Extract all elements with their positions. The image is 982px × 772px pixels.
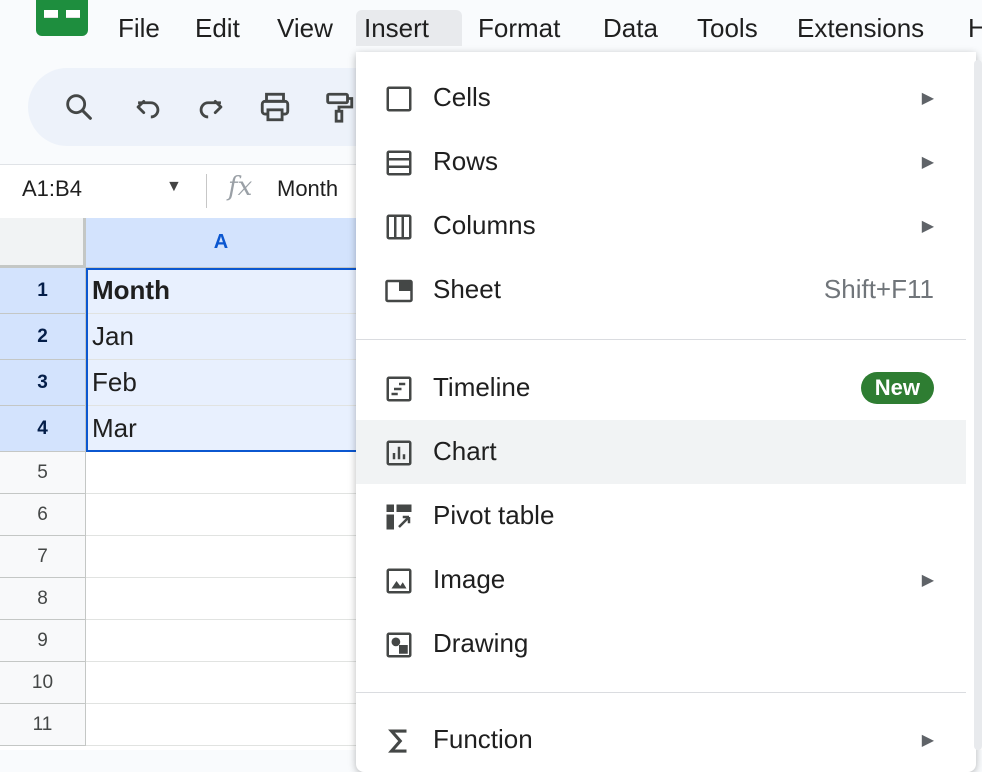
submenu-arrow-icon: ▶ xyxy=(921,218,934,235)
menu-item-pivot-table[interactable]: Pivot table xyxy=(356,484,966,548)
divider xyxy=(206,174,207,208)
columns-icon xyxy=(386,214,412,240)
menu-view[interactable]: View xyxy=(269,10,341,46)
new-badge: New xyxy=(860,372,934,404)
row-header[interactable]: 1 xyxy=(0,268,86,314)
select-all-corner[interactable] xyxy=(0,218,86,268)
rows-icon xyxy=(386,150,412,176)
sheets-logo-icon[interactable] xyxy=(36,0,88,36)
menu-item-cells[interactable]: Cells ▶ xyxy=(356,66,966,130)
cell-a3[interactable]: Feb xyxy=(86,360,356,406)
row-header[interactable]: 8 xyxy=(0,578,86,620)
chart-icon xyxy=(386,440,412,466)
cell-a2[interactable]: Jan xyxy=(86,314,356,360)
submenu-arrow-icon: ▶ xyxy=(921,572,934,589)
menu-item-function[interactable]: Function ▶ xyxy=(356,708,966,772)
menu-item-columns[interactable]: Columns ▶ xyxy=(356,194,966,258)
row-header[interactable]: 11 xyxy=(0,704,86,746)
menu-format[interactable]: Format xyxy=(470,10,568,46)
menu-bar: File Edit View Insert Format Data Tools … xyxy=(0,0,982,56)
menu-item-label: Function xyxy=(433,724,533,754)
cell-a6[interactable] xyxy=(86,494,356,536)
menu-item-label: Columns xyxy=(433,210,536,240)
menu-scrollbar[interactable] xyxy=(974,60,982,750)
formula-input[interactable]: Month xyxy=(277,176,338,202)
row-header[interactable]: 7 xyxy=(0,536,86,578)
cell-a4[interactable]: Mar xyxy=(86,406,356,452)
logo-cell xyxy=(44,10,58,18)
menu-edit[interactable]: Edit xyxy=(187,10,248,46)
submenu-arrow-icon: ▶ xyxy=(921,154,934,171)
name-box[interactable]: A1:B4 xyxy=(22,176,82,202)
pivot-table-icon xyxy=(386,504,412,530)
menu-item-label: Rows xyxy=(433,146,499,176)
row-header[interactable]: 3 xyxy=(0,360,86,406)
row-header[interactable]: 9 xyxy=(0,620,86,662)
menu-divider xyxy=(356,692,966,693)
menu-item-chart[interactable]: Chart xyxy=(356,420,966,484)
row-header[interactable]: 6 xyxy=(0,494,86,536)
cell-a1[interactable]: Month xyxy=(86,268,356,314)
menu-item-image[interactable]: Image ▶ xyxy=(356,548,966,612)
drawing-icon xyxy=(386,632,412,658)
menu-divider xyxy=(356,339,966,340)
row-header[interactable]: 10 xyxy=(0,662,86,704)
cell-a5[interactable] xyxy=(86,452,356,494)
row-header[interactable]: 2 xyxy=(0,314,86,360)
menu-insert[interactable]: Insert xyxy=(356,10,462,46)
submenu-arrow-icon: ▶ xyxy=(921,732,934,749)
cell-a11[interactable] xyxy=(86,704,356,746)
sheet-icon xyxy=(385,279,413,303)
image-icon xyxy=(386,568,412,594)
menu-item-label: Pivot table xyxy=(433,500,555,530)
redo-icon[interactable] xyxy=(194,90,228,124)
undo-icon[interactable] xyxy=(131,90,165,124)
menu-item-label: Timeline xyxy=(433,372,531,402)
menu-data[interactable]: Data xyxy=(595,10,666,46)
menu-item-drawing[interactable]: Drawing xyxy=(356,612,966,676)
search-icon[interactable] xyxy=(62,90,96,124)
cells-icon xyxy=(386,86,412,112)
menu-item-label: Image xyxy=(433,564,506,594)
row-header[interactable]: 5 xyxy=(0,452,86,494)
fx-icon: fx xyxy=(228,172,253,202)
timeline-icon xyxy=(386,376,412,402)
menu-tools[interactable]: Tools xyxy=(689,10,766,46)
menu-item-timeline[interactable]: Timeline New xyxy=(356,356,966,420)
logo-cell xyxy=(66,10,80,18)
print-icon[interactable] xyxy=(258,90,292,124)
cell-a10[interactable] xyxy=(86,662,356,704)
paint-format-icon[interactable] xyxy=(322,90,356,124)
keyboard-shortcut: Shift+F11 xyxy=(823,274,934,304)
menu-item-label: Cells xyxy=(433,82,491,112)
menu-item-label: Chart xyxy=(433,436,497,466)
submenu-arrow-icon: ▶ xyxy=(921,90,934,107)
menu-item-label: Drawing xyxy=(433,628,529,658)
menu-item-label: Sheet xyxy=(433,274,501,304)
function-icon xyxy=(388,729,407,753)
cell-a8[interactable] xyxy=(86,578,356,620)
cell-a7[interactable] xyxy=(86,536,356,578)
chevron-down-icon[interactable]: ▼ xyxy=(166,178,182,196)
menu-file[interactable]: File xyxy=(110,10,168,46)
cell-a9[interactable] xyxy=(86,620,356,662)
menu-help[interactable]: H xyxy=(960,10,982,46)
column-header-a[interactable]: A xyxy=(86,218,356,268)
row-header[interactable]: 4 xyxy=(0,406,86,452)
menu-item-sheet[interactable]: Sheet Shift+F11 xyxy=(356,258,966,322)
menu-item-rows[interactable]: Rows ▶ xyxy=(356,130,966,194)
menu-extensions[interactable]: Extensions xyxy=(789,10,932,46)
